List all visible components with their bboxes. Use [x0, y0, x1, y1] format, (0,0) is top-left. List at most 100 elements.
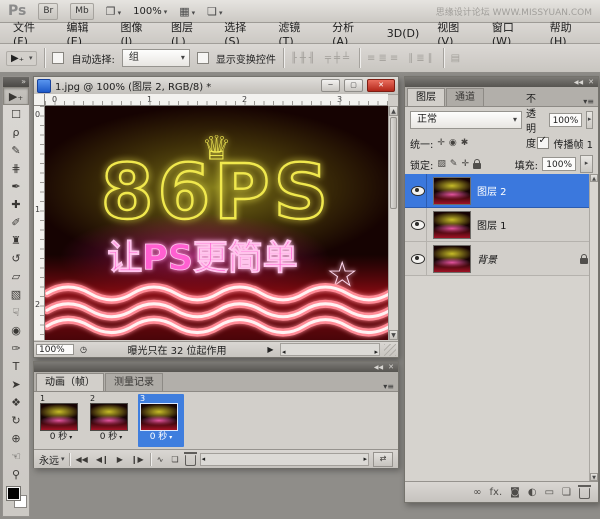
convert-to-timeline-icon[interactable]: ⇄	[373, 452, 393, 467]
layer-list-scrollbar[interactable]: ▲ ▼	[589, 174, 598, 481]
previous-frame-button[interactable]: ◀❙	[94, 455, 111, 464]
move-tool-preset[interactable]: ▶₊	[6, 51, 37, 66]
frames-scrollbar[interactable]	[200, 453, 369, 466]
vertical-scrollbar[interactable]: ▲ ▼	[388, 106, 398, 340]
next-frame-button[interactable]: ❙▶	[129, 455, 146, 464]
delete-layer-icon[interactable]	[579, 488, 590, 499]
layer-name[interactable]: 图层 2	[477, 183, 507, 198]
close-icon[interactable]	[388, 363, 394, 371]
status-expand-icon[interactable]: ▶	[265, 345, 276, 354]
scroll-left-icon[interactable]	[202, 454, 206, 464]
quick-selection-tool[interactable]: ✎	[3, 141, 29, 159]
smudge-tool[interactable]: ☟	[3, 303, 29, 321]
opacity-field[interactable]: 100%	[549, 113, 583, 127]
layer-mask-icon[interactable]: ◙	[510, 487, 520, 498]
healing-brush-tool[interactable]: ✚	[3, 195, 29, 213]
fill-slider-icon[interactable]	[580, 155, 593, 173]
tab-animation-frames[interactable]: 动画（帧）	[36, 373, 104, 391]
move-tool[interactable]: ▶₊	[3, 87, 29, 105]
layer-row-2-selected[interactable]: 图层 2	[405, 174, 598, 208]
extras-icon[interactable]: ❏	[207, 5, 222, 18]
frame-1[interactable]: 1 0 秒	[38, 394, 84, 447]
unify-position-icon[interactable]: ✛	[437, 138, 445, 148]
resize-grip[interactable]	[384, 344, 396, 356]
visibility-cell[interactable]	[409, 208, 427, 241]
minimize-button[interactable]: ─	[321, 79, 340, 92]
crop-tool[interactable]: ⋕	[3, 159, 29, 177]
canvas[interactable]: ♕ 86PS 让PS更简单 ☆	[45, 106, 388, 340]
first-frame-button[interactable]: ◀◀	[74, 455, 90, 464]
visibility-cell[interactable]	[409, 174, 427, 207]
lock-transparency-icon[interactable]: ▨	[437, 159, 446, 169]
tab-layers[interactable]: 图层	[407, 88, 445, 106]
fill-field[interactable]: 100%	[542, 157, 576, 171]
zoom-level-dropdown[interactable]: 100%	[133, 6, 167, 17]
scroll-right-icon[interactable]	[363, 454, 367, 464]
frame-3-selected[interactable]: 3 0 秒	[138, 394, 184, 447]
scrollbar-thumb[interactable]	[390, 117, 397, 209]
scroll-right-icon[interactable]	[374, 344, 378, 357]
frame-delay[interactable]: 0 秒	[40, 431, 82, 443]
frame-delay[interactable]: 0 秒	[140, 431, 182, 443]
unify-visibility-icon[interactable]: ◉	[449, 138, 457, 148]
layer-row-1[interactable]: 图层 1	[405, 208, 598, 242]
layer-style-fx-icon[interactable]: fx.	[490, 487, 503, 498]
loop-dropdown[interactable]: 永远	[39, 452, 65, 467]
auto-select-checkbox[interactable]	[52, 52, 64, 64]
play-button[interactable]: ▶	[115, 455, 125, 464]
layer-row-background[interactable]: 背景	[405, 242, 598, 276]
propagate-frame-checkbox[interactable]	[537, 137, 549, 149]
visibility-cell[interactable]	[409, 242, 427, 275]
lasso-tool[interactable]: ρ	[3, 123, 29, 141]
panel-menu-icon[interactable]	[383, 382, 398, 391]
tween-icon[interactable]: ∿	[155, 455, 166, 464]
frame-2[interactable]: 2 0 秒	[88, 394, 134, 447]
new-frame-icon[interactable]: ❏	[169, 455, 180, 464]
tools-panel-collapse[interactable]	[3, 77, 29, 87]
tab-measurement-log[interactable]: 测量记录	[105, 373, 163, 391]
scroll-down-icon[interactable]: ▼	[389, 330, 398, 340]
history-brush-tool[interactable]: ↺	[3, 249, 29, 267]
auto-select-dropdown[interactable]: 组	[122, 49, 190, 67]
show-transform-checkbox[interactable]	[197, 52, 209, 64]
bridge-button[interactable]: Br	[38, 3, 58, 20]
new-layer-icon[interactable]: ❏	[562, 487, 571, 498]
type-tool[interactable]: T	[3, 357, 29, 375]
unify-style-icon[interactable]: ✱	[461, 138, 469, 148]
scroll-up-icon[interactable]: ▲	[590, 174, 598, 182]
delete-frame-icon[interactable]	[185, 455, 196, 466]
opacity-slider-icon[interactable]	[586, 111, 593, 129]
horizontal-scrollbar[interactable]	[280, 343, 380, 356]
layer-name[interactable]: 图层 1	[477, 217, 507, 232]
marquee-tool[interactable]: ☐	[3, 105, 29, 123]
gradient-tool[interactable]: ▧	[3, 285, 29, 303]
workspace-icon[interactable]: ▤	[451, 53, 463, 64]
maximize-button[interactable]: ▢	[344, 79, 363, 92]
link-layers-icon[interactable]: ∞	[473, 487, 481, 498]
scroll-up-icon[interactable]: ▲	[389, 106, 398, 116]
eraser-tool[interactable]: ▱	[3, 267, 29, 285]
lock-pixels-icon[interactable]: ✎	[450, 159, 458, 169]
collapse-icon[interactable]	[574, 79, 583, 86]
eyedropper-tool[interactable]: ✒	[3, 177, 29, 195]
close-icon[interactable]	[588, 78, 594, 86]
brush-tool[interactable]: ✐	[3, 213, 29, 231]
status-zoom-field[interactable]: 100%	[36, 344, 74, 355]
blend-mode-dropdown[interactable]: 正常	[410, 111, 522, 129]
menu-3d[interactable]: 3D(D)	[378, 27, 429, 40]
layer-name[interactable]: 背景	[477, 251, 497, 266]
hand-tool[interactable]: ☜	[3, 447, 29, 465]
mb-button[interactable]: Mb	[70, 3, 93, 20]
zoom-tool[interactable]: ⚲	[3, 465, 29, 483]
pen-tool[interactable]: ✑	[3, 339, 29, 357]
3d-rotate-tool[interactable]: ↻	[3, 411, 29, 429]
custom-shape-tool[interactable]: ❖	[3, 393, 29, 411]
close-button[interactable]: ✕	[367, 79, 395, 92]
tab-channels[interactable]: 通道	[446, 88, 484, 106]
adjustment-layer-icon[interactable]: ◐	[528, 487, 537, 498]
scroll-left-icon[interactable]	[282, 344, 286, 357]
scroll-down-icon[interactable]: ▼	[590, 473, 598, 481]
lock-position-icon[interactable]: ✛	[461, 159, 469, 169]
new-group-icon[interactable]: ▭	[545, 487, 554, 498]
arrange-documents-icon[interactable]: ❐	[106, 5, 121, 18]
